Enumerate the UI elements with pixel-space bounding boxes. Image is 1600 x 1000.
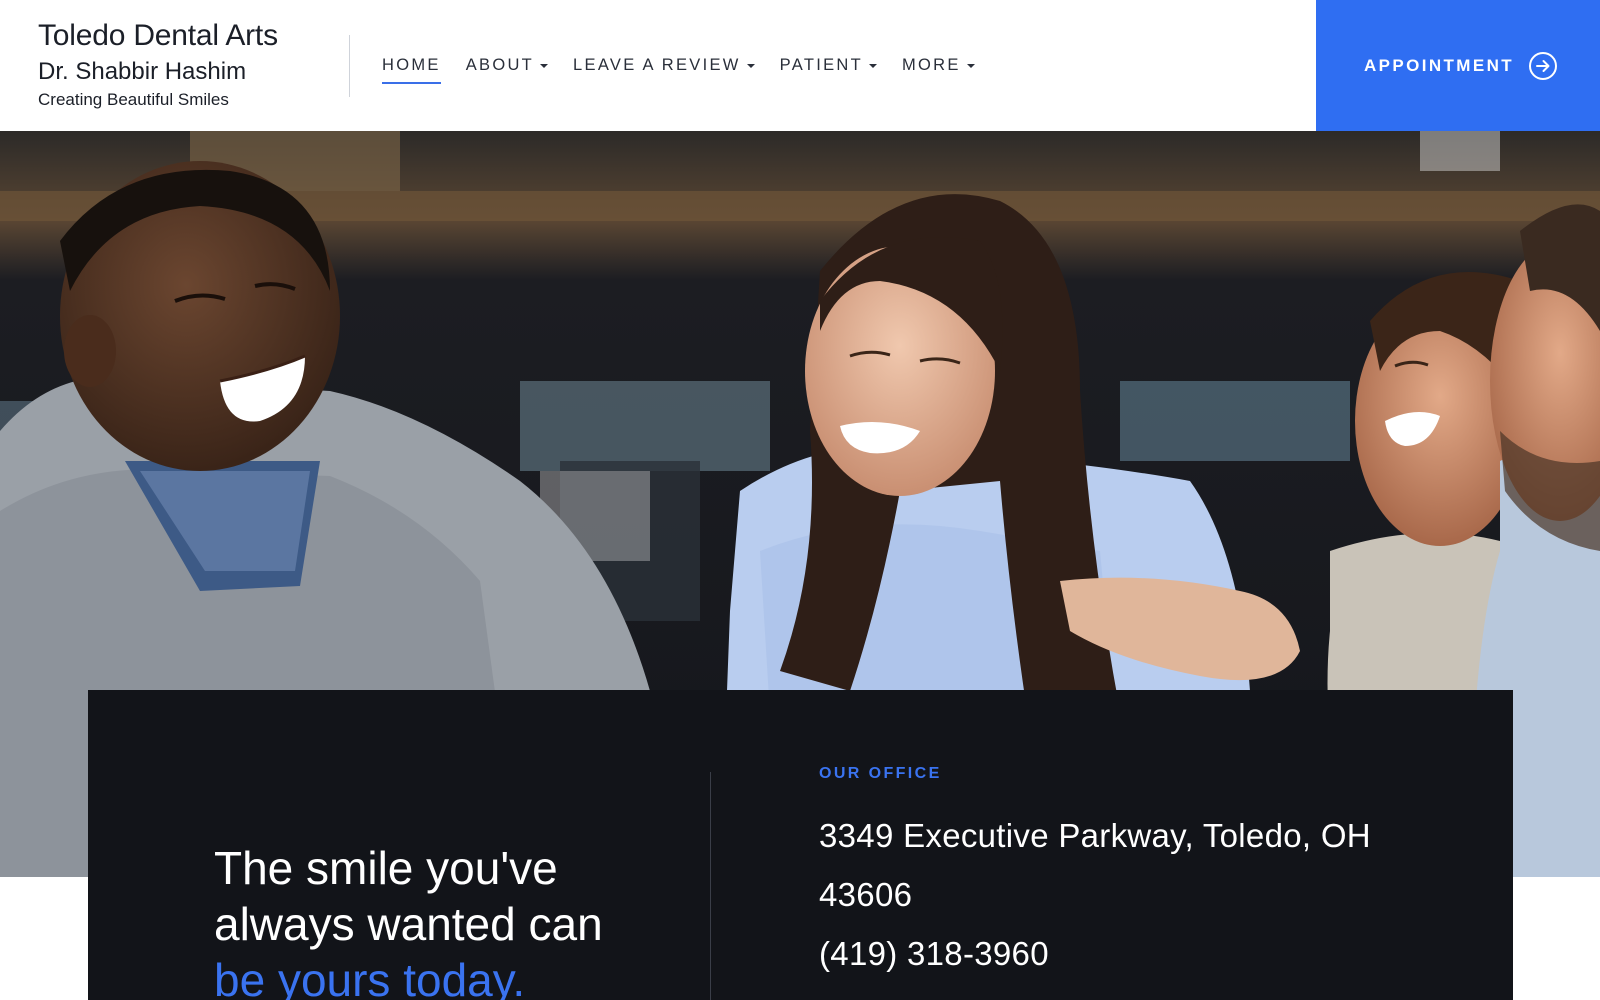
office-phone-link[interactable]: (419) 318-3960: [819, 924, 1459, 983]
chevron-down-icon: [746, 63, 755, 68]
nav-label: LEAVE A REVIEW: [573, 56, 741, 74]
nav-item-leave-a-review[interactable]: LEAVE A REVIEW: [573, 52, 755, 78]
brand-logo-link[interactable]: Toledo Dental Arts Dr. Shabbir Hashim Cr…: [38, 18, 328, 111]
headline-accent: be yours today.: [214, 954, 526, 1000]
nav-label: HOME: [382, 56, 441, 74]
appointment-label: APPOINTMENT: [1363, 55, 1515, 75]
arrow-right-circle-icon: [1529, 51, 1558, 80]
nav-item-home[interactable]: HOME: [382, 52, 441, 84]
nav-label: MORE: [902, 56, 961, 74]
info-panel: The smile you've always wanted can be yo…: [88, 690, 1513, 1000]
site-header: Toledo Dental Arts Dr. Shabbir Hashim Cr…: [0, 0, 1600, 131]
nav-label: PATIENT: [779, 56, 863, 74]
nav-item-more[interactable]: MORE: [902, 52, 975, 78]
appointment-button[interactable]: APPOINTMENT: [1316, 0, 1600, 131]
brand-doctor-name: Dr. Shabbir Hashim: [38, 58, 247, 85]
panel-divider: [710, 772, 711, 1000]
headline-line-2: always wanted can: [214, 898, 603, 950]
office-address: 3349 Executive Parkway, Toledo, OH 43606: [819, 817, 1371, 913]
nav-item-patient[interactable]: PATIENT: [780, 52, 877, 78]
main-nav: HOME ABOUT LEAVE A REVIEW PATIENT MORE: [382, 52, 1000, 84]
hero-headline: The smile you've always wanted can be yo…: [214, 840, 684, 1000]
office-info: OUR OFFICE 3349 Executive Parkway, Toled…: [819, 762, 1459, 983]
office-heading: OUR OFFICE: [819, 765, 942, 782]
active-nav-underline: [382, 82, 441, 84]
brand-title: Toledo Dental Arts: [38, 19, 278, 52]
chevron-down-icon: [869, 63, 877, 68]
brand-tagline: Creating Beautiful Smiles: [38, 90, 229, 109]
nav-label: ABOUT: [465, 56, 535, 74]
nav-item-about[interactable]: ABOUT: [465, 52, 549, 78]
headline-line-1: The smile you've: [214, 842, 558, 894]
chevron-down-icon: [966, 63, 975, 68]
chevron-down-icon: [540, 63, 549, 68]
header-divider: [349, 35, 350, 97]
